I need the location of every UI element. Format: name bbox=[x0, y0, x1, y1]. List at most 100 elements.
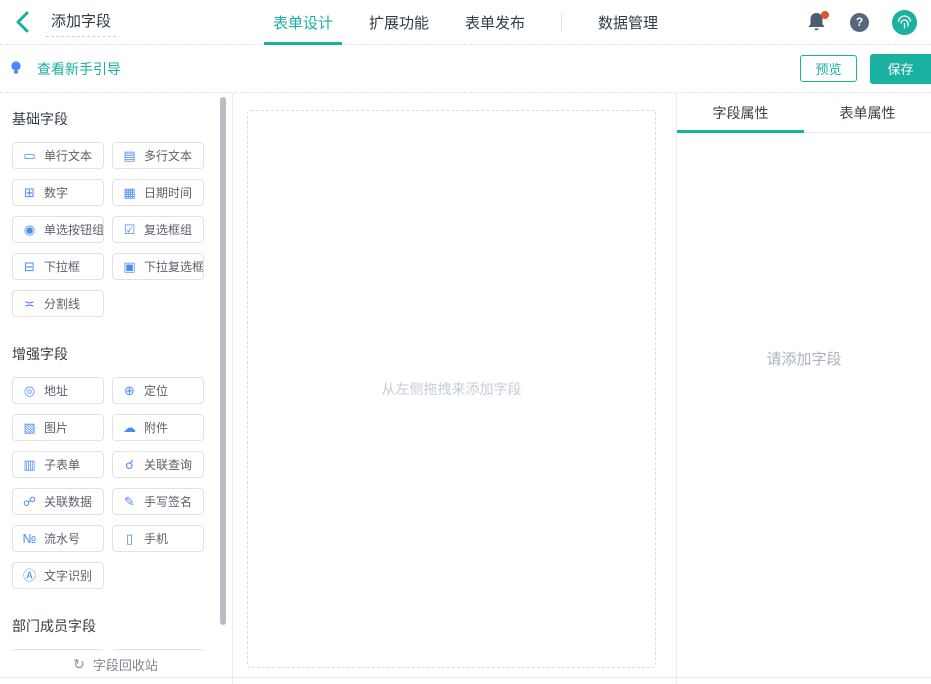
single-line-text-icon: ▭ bbox=[23, 148, 36, 163]
mobile-phone-icon: ▯ bbox=[125, 531, 134, 546]
notification-dot bbox=[821, 11, 829, 19]
header-left: 添加字段 bbox=[0, 0, 238, 44]
avatar-fingerprint-icon bbox=[892, 9, 917, 35]
cloud-upload-icon: ☁ bbox=[123, 420, 136, 435]
field-button-datetime[interactable]: ▦ 日期时间 bbox=[112, 179, 204, 206]
toolbar-actions: 预览 保存 bbox=[800, 53, 931, 84]
number-icon: ⊞ bbox=[24, 185, 35, 200]
form-designer-app: 添加字段 表单设计 扩展功能 表单发布 数据管理 ? 查看新手引导 预览 保存 … bbox=[0, 0, 931, 684]
field-label: 单选按钮组 bbox=[44, 223, 104, 237]
field-label: 分割线 bbox=[44, 297, 81, 311]
field-label: 关联查询 bbox=[144, 458, 193, 472]
checkbox-icon: ☑ bbox=[123, 222, 136, 237]
preview-button[interactable]: 预览 bbox=[800, 55, 857, 82]
ocr-icon: Ⓐ bbox=[22, 568, 36, 583]
section-title-member-fields: 部门成员字段 bbox=[12, 618, 96, 634]
section-title-enhanced-fields: 增强字段 bbox=[12, 346, 68, 362]
field-button-related-data[interactable]: ☍ 关联数据 bbox=[12, 488, 104, 515]
form-drop-zone[interactable]: 从左侧拖拽来添加字段 bbox=[247, 110, 656, 668]
tab-field-properties[interactable]: 字段属性 bbox=[677, 93, 804, 133]
calendar-icon: ▦ bbox=[123, 185, 136, 200]
dropdown-multiselect-icon: ▣ bbox=[123, 259, 136, 274]
tab-form-design[interactable]: 表单设计 bbox=[263, 0, 343, 45]
field-label: 手机 bbox=[144, 532, 169, 546]
field-button-checkbox-group[interactable]: ☑ 复选框组 bbox=[112, 216, 204, 243]
field-button-radio-group[interactable]: ◉ 单选按钮组 bbox=[12, 216, 104, 243]
properties-panel: 字段属性 表单属性 请添加字段 bbox=[676, 93, 931, 684]
radio-icon: ◉ bbox=[23, 222, 36, 237]
dropdown-icon: ⊟ bbox=[24, 259, 35, 274]
field-button-single-line-text[interactable]: ▭ 单行文本 bbox=[12, 142, 104, 169]
divider-icon: ≍ bbox=[24, 296, 35, 311]
drop-zone-placeholder: 从左侧拖拽来添加字段 bbox=[381, 381, 522, 397]
field-button-related-query[interactable]: ☌ 关联查询 bbox=[112, 451, 204, 478]
tab-form-properties[interactable]: 表单属性 bbox=[804, 93, 931, 132]
basic-fields-grid: ▭ 单行文本 ▤ 多行文本 ⊞ 数字 ▦ 日期时间 ◉ 单选按钮组 ☑ 复选框组 ⊟ 下拉框 … bbox=[12, 142, 232, 317]
back-chevron-icon bbox=[16, 11, 29, 33]
field-label: 多行文本 bbox=[144, 149, 193, 163]
header-right: ? bbox=[693, 0, 931, 44]
related-data-icon: ☍ bbox=[22, 494, 37, 509]
tab-data-management[interactable]: 数据管理 bbox=[598, 0, 658, 45]
field-label: 下拉框 bbox=[44, 260, 81, 274]
properties-tabs: 字段属性 表单属性 bbox=[677, 93, 931, 133]
save-button[interactable]: 保存 bbox=[870, 53, 931, 84]
field-button-ocr[interactable]: Ⓐ 文字识别 bbox=[12, 562, 104, 589]
image-icon: ▧ bbox=[23, 420, 36, 435]
sidebar-scrollbar-thumb[interactable] bbox=[220, 97, 226, 625]
lightbulb-icon bbox=[11, 61, 21, 74]
section-title-basic-fields: 基础字段 bbox=[12, 111, 68, 127]
main-area: 基础字段 ▭ 单行文本 ▤ 多行文本 ⊞ 数字 ▦ 日期时间 ◉ 单选按钮组 ☑ 复选框组 … bbox=[0, 93, 931, 684]
field-button-subform[interactable]: ▥ 子表单 bbox=[12, 451, 104, 478]
toolbar: 查看新手引导 预览 保存 bbox=[0, 45, 931, 93]
field-button-mobile[interactable]: ▯ 手机 bbox=[112, 525, 204, 552]
crosshair-icon: ⊕ bbox=[124, 383, 135, 398]
field-button-signature[interactable]: ✎ 手写签名 bbox=[112, 488, 204, 515]
notification-button[interactable] bbox=[807, 11, 829, 33]
field-library-sidebar: 基础字段 ▭ 单行文本 ▤ 多行文本 ⊞ 数字 ▦ 日期时间 ◉ 单选按钮组 ☑ 复选框组 … bbox=[0, 93, 233, 684]
enhanced-fields-grid: ◎ 地址 ⊕ 定位 ▧ 图片 ☁ 附件 ▥ 子表单 ☌ 关联查询 ☍ 关联数据 ✎ 手写签名 №… bbox=[12, 377, 232, 589]
tab-extensions[interactable]: 扩展功能 bbox=[369, 0, 429, 45]
form-title[interactable]: 添加字段 bbox=[46, 8, 117, 37]
field-label: 手写签名 bbox=[144, 495, 193, 509]
field-label: 日期时间 bbox=[144, 186, 193, 200]
field-button-dropdown-multiselect[interactable]: ▣ 下拉复选框 bbox=[112, 253, 204, 280]
field-label: 附件 bbox=[144, 421, 169, 435]
newbie-guide-link[interactable]: 查看新手引导 bbox=[10, 59, 121, 79]
field-label: 文字识别 bbox=[44, 569, 93, 583]
bottom-divider bbox=[0, 677, 931, 678]
back-button[interactable] bbox=[10, 9, 36, 35]
field-button-multi-line-text[interactable]: ▤ 多行文本 bbox=[112, 142, 204, 169]
properties-placeholder: 请添加字段 bbox=[766, 351, 842, 368]
field-label: 复选框组 bbox=[144, 223, 193, 237]
field-label: 下拉复选框 bbox=[144, 260, 204, 274]
subform-icon: ▥ bbox=[23, 457, 36, 472]
field-button-location[interactable]: ⊕ 定位 bbox=[112, 377, 204, 404]
field-button-dropdown[interactable]: ⊟ 下拉框 bbox=[12, 253, 104, 280]
field-button-image[interactable]: ▧ 图片 bbox=[12, 414, 104, 441]
field-label: 定位 bbox=[144, 384, 169, 398]
field-button-serial-number[interactable]: № 流水号 bbox=[12, 525, 104, 552]
help-button[interactable]: ? bbox=[850, 12, 869, 32]
tab-form-publish[interactable]: 表单发布 bbox=[465, 0, 525, 45]
field-label: 地址 bbox=[44, 384, 69, 398]
field-button-address[interactable]: ◎ 地址 bbox=[12, 377, 104, 404]
field-label: 单行文本 bbox=[44, 149, 93, 163]
newbie-guide-label: 查看新手引导 bbox=[37, 60, 121, 77]
recycle-bin-label: 字段回收站 bbox=[92, 657, 158, 673]
multi-line-text-icon: ▤ bbox=[123, 148, 136, 163]
related-query-icon: ☌ bbox=[125, 457, 134, 472]
field-button-number[interactable]: ⊞ 数字 bbox=[12, 179, 104, 206]
tab-divider bbox=[561, 13, 563, 31]
field-button-divider[interactable]: ≍ 分割线 bbox=[12, 290, 104, 317]
address-pin-icon: ◎ bbox=[23, 383, 36, 398]
field-label: 图片 bbox=[44, 421, 69, 435]
field-recycle-bin[interactable]: ↻ 字段回收站 bbox=[0, 651, 231, 677]
header-tabs: 表单设计 扩展功能 表单发布 数据管理 bbox=[238, 0, 693, 45]
form-canvas: 从左侧拖拽来添加字段 bbox=[233, 93, 676, 684]
field-button-attachment[interactable]: ☁ 附件 bbox=[112, 414, 204, 441]
header: 添加字段 表单设计 扩展功能 表单发布 数据管理 ? bbox=[0, 0, 931, 45]
serial-number-icon: № bbox=[22, 531, 37, 546]
field-label: 数字 bbox=[44, 186, 69, 200]
user-avatar[interactable] bbox=[892, 9, 917, 35]
